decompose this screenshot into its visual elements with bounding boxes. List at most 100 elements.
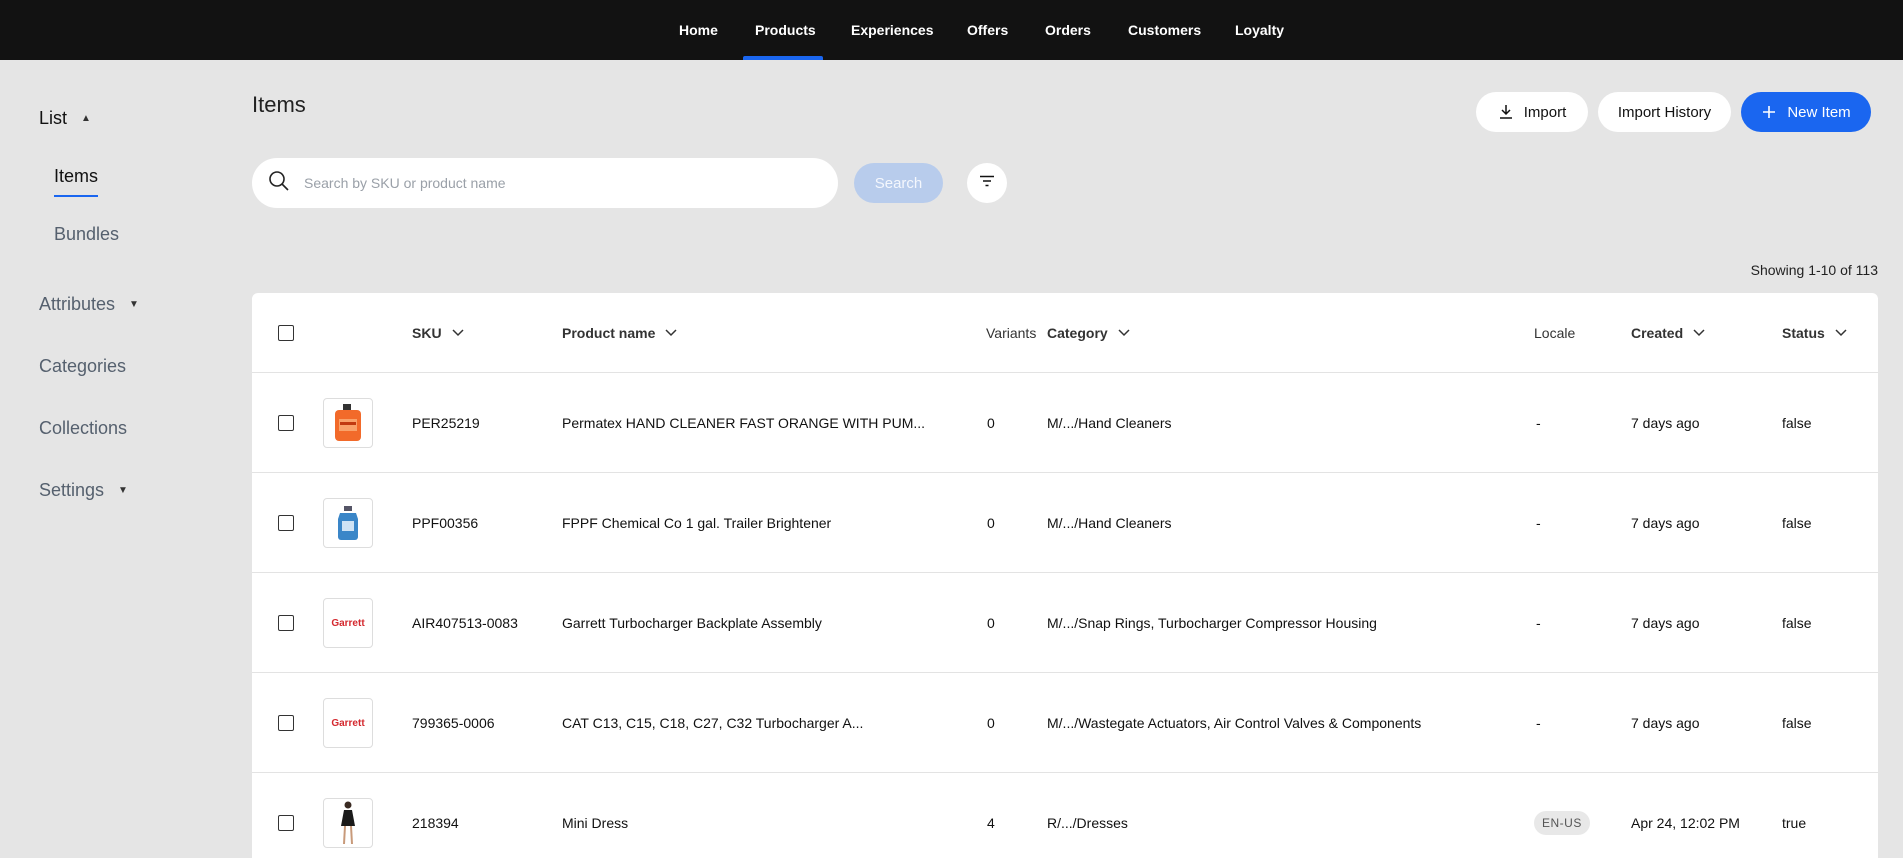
cell-product-name: Permatex HAND CLEANER FAST ORANGE WITH P…: [562, 415, 926, 431]
import-label: Import: [1523, 103, 1567, 121]
pagination-summary: Showing 1-10 of 113: [1750, 262, 1878, 278]
locale-badge: EN-US: [1534, 811, 1590, 835]
chevron-down-icon: [1118, 329, 1130, 337]
column-status-label: Status: [1782, 325, 1825, 341]
nav-experiences[interactable]: Experiences: [851, 0, 934, 60]
row-checkbox[interactable]: [278, 615, 294, 631]
row-checkbox[interactable]: [278, 715, 294, 731]
nav-orders[interactable]: Orders: [1045, 0, 1091, 60]
garrett-logo: Garrett: [331, 717, 365, 729]
cell-status: false: [1782, 415, 1812, 431]
download-icon: [1498, 104, 1514, 120]
cell-sku: PPF00356: [412, 515, 479, 531]
column-variants: Variants: [986, 325, 1037, 341]
cell-locale: -: [1536, 515, 1541, 531]
row-checkbox[interactable]: [278, 515, 294, 531]
import-history-button[interactable]: Import History: [1598, 92, 1731, 132]
table-row[interactable]: Garrett AIR407513-0083 Garrett Turbochar…: [252, 573, 1878, 673]
table-header: SKU Product name Variants Category Local…: [252, 293, 1878, 373]
product-thumbnail: [323, 398, 373, 448]
column-product-name[interactable]: Product name: [562, 293, 677, 373]
sidebar-item-attributes[interactable]: Attributes ▼: [39, 294, 139, 315]
cell-variants: 0: [987, 615, 995, 631]
new-item-label: New Item: [1787, 103, 1851, 121]
cell-locale: -: [1536, 715, 1541, 731]
nav-products[interactable]: Products: [743, 0, 823, 60]
cell-category: M/.../Hand Cleaners: [1047, 515, 1172, 531]
caret-down-icon: ▼: [118, 485, 128, 496]
table-row[interactable]: Garrett 799365-0006 CAT C13, C15, C18, C…: [252, 673, 1878, 773]
search-input[interactable]: [304, 175, 804, 191]
nav-offers[interactable]: Offers: [967, 0, 1008, 60]
cell-category: M/.../Wastegate Actuators, Air Control V…: [1047, 715, 1422, 731]
cell-category: R/.../Dresses: [1047, 815, 1128, 831]
items-table: SKU Product name Variants Category Local…: [252, 293, 1878, 858]
column-locale: Locale: [1534, 325, 1576, 341]
column-created-label: Created: [1631, 325, 1684, 341]
cell-product-name: Garrett Turbocharger Backplate Assembly: [562, 615, 822, 631]
cell-locale: -: [1536, 415, 1541, 431]
cell-category: M/.../Hand Cleaners: [1047, 415, 1172, 431]
caret-down-icon: ▼: [129, 299, 139, 310]
cell-created: 7 days ago: [1631, 715, 1700, 731]
caret-up-icon: ▲: [81, 113, 91, 124]
column-created[interactable]: Created: [1631, 293, 1705, 373]
cell-sku: 799365-0006: [412, 715, 495, 731]
cell-variants: 0: [987, 515, 995, 531]
cell-created: 7 days ago: [1631, 615, 1700, 631]
column-sku-label: SKU: [412, 325, 442, 341]
sidebar-item-items[interactable]: Items: [54, 166, 99, 197]
filter-button[interactable]: [967, 163, 1007, 203]
table-row[interactable]: PER25219 Permatex HAND CLEANER FAST ORAN…: [252, 373, 1878, 473]
cell-created: 7 days ago: [1631, 415, 1700, 431]
orange-jug-image: [335, 404, 361, 441]
cell-variants: 0: [987, 415, 995, 431]
cell-created: Apr 24, 12:02 PM: [1631, 815, 1740, 831]
sidebar-item-categories[interactable]: Categories: [39, 356, 126, 377]
row-checkbox[interactable]: [278, 415, 294, 431]
cell-category: M/.../Snap Rings, Turbocharger Compresso…: [1047, 615, 1377, 631]
cell-variants: 4: [987, 815, 995, 831]
cell-sku: PER25219: [412, 415, 480, 431]
cell-status: false: [1782, 715, 1812, 731]
column-sku[interactable]: SKU: [412, 293, 464, 373]
cell-status: true: [1782, 815, 1807, 831]
select-all-checkbox[interactable]: [278, 325, 294, 341]
blue-jug-image: [338, 506, 358, 540]
cell-created: 7 days ago: [1631, 515, 1700, 531]
cell-status: false: [1782, 615, 1812, 631]
cell-status: false: [1782, 515, 1812, 531]
column-category[interactable]: Category: [1047, 293, 1130, 373]
table-row[interactable]: PPF00356 FPPF Chemical Co 1 gal. Trailer…: [252, 473, 1878, 573]
new-item-button[interactable]: New Item: [1741, 92, 1871, 132]
sidebar-list-label: List: [39, 108, 68, 128]
column-product-name-label: Product name: [562, 325, 656, 341]
row-checkbox[interactable]: [278, 815, 294, 831]
chevron-down-icon: [1693, 329, 1705, 337]
product-thumbnail: Garrett: [323, 698, 373, 748]
cell-sku: AIR407513-0083: [412, 615, 518, 631]
cell-variants: 0: [987, 715, 995, 731]
sidebar-item-collections[interactable]: Collections: [39, 418, 127, 439]
sidebar-attributes-label: Attributes: [39, 294, 116, 314]
chevron-down-icon: [452, 329, 464, 337]
filter-icon: [979, 174, 995, 192]
sidebar-list-toggle[interactable]: List ▲: [39, 108, 91, 129]
cell-sku: 218394: [412, 815, 459, 831]
search-button[interactable]: Search: [854, 163, 943, 203]
nav-customers[interactable]: Customers: [1128, 0, 1201, 60]
product-thumbnail: Garrett: [323, 598, 373, 648]
plus-icon: [1761, 104, 1777, 120]
search-icon: [268, 170, 290, 197]
nav-home[interactable]: Home: [679, 0, 718, 60]
cell-product-name: FPPF Chemical Co 1 gal. Trailer Brighten…: [562, 515, 832, 531]
product-thumbnail: [323, 798, 373, 848]
import-button[interactable]: Import: [1476, 92, 1588, 132]
chevron-down-icon: [1835, 329, 1847, 337]
sidebar-item-bundles[interactable]: Bundles: [54, 224, 119, 245]
column-status[interactable]: Status: [1782, 293, 1847, 373]
table-row[interactable]: 218394 Mini Dress 4 R/.../Dresses EN-US …: [252, 773, 1878, 858]
nav-loyalty[interactable]: Loyalty: [1235, 0, 1284, 60]
cell-product-name: Mini Dress: [562, 815, 629, 831]
sidebar-item-settings[interactable]: Settings ▼: [39, 480, 128, 501]
